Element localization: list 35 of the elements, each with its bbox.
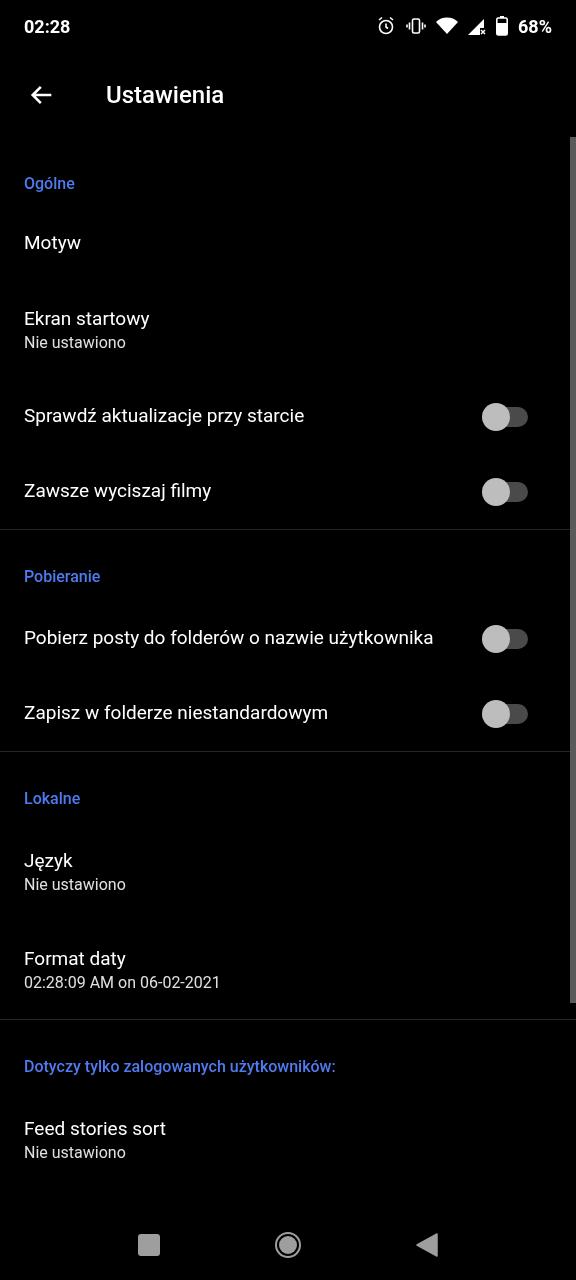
battery-icon [496,16,509,36]
settings-item[interactable]: Ekran startowy Nie ustawiono [0,281,568,379]
back-nav-button[interactable] [416,1233,439,1257]
home-button[interactable] [275,1232,301,1258]
settings-item[interactable]: Format daty 02:28:09 AM on 06-02-2021 [0,921,568,1019]
toggle-switch[interactable] [482,624,530,653]
item-title: Sprawdź aktualizacje przy starcie [24,403,305,430]
toggle-switch[interactable] [482,402,530,431]
battery-level: 68% [518,14,552,39]
settings-item[interactable]: Motyw [0,206,568,281]
settings-item[interactable]: Język Nie ustawiono [0,823,568,921]
vibrate-icon [406,16,427,36]
wifi-icon [436,17,459,35]
item-summary: 02:28:09 AM on 06-02-2021 [24,972,222,994]
toggle-switch[interactable] [482,699,530,728]
item-title: Feed stories sort [24,1116,167,1142]
screen-title: Ustawienia [106,79,225,111]
item-summary: Nie ustawiono [24,874,127,896]
section-header: Lokalne [24,788,81,810]
item-title: Pobierz posty do folderów o nazwie użytkownika [24,625,434,652]
item-title: Zawsze wyciszaj filmy [24,478,212,505]
toggle-switch[interactable] [482,477,530,506]
status-time: 02:28 [24,14,71,39]
item-summary: Nie ustawiono [24,1142,127,1164]
recents-button[interactable] [137,1234,160,1256]
item-title: Język [24,848,74,874]
item-summary: Nie ustawiono [24,332,127,354]
item-title: Format daty [24,946,127,972]
item-title: Zapisz w folderze niestandardowym [24,700,329,727]
section-header: Dotyczy tylko zalogowanych użytkowników: [24,1056,336,1078]
section-header: Ogólne [24,173,75,195]
settings-item[interactable]: Feed stories sort Nie ustawiono [0,1091,568,1189]
signal-icon [468,17,487,35]
section-header: Pobieranie [24,566,101,588]
item-title: Ekran startowy [24,306,151,332]
